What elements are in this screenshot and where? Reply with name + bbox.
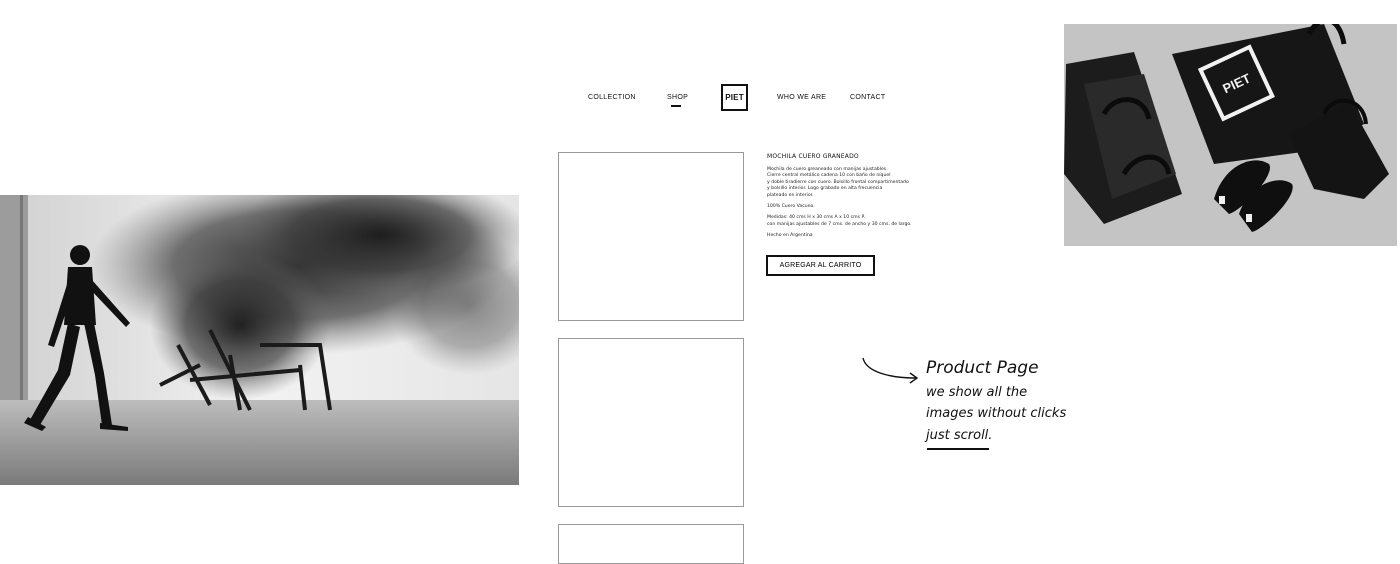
- add-to-cart-button[interactable]: AGREGAR AL CARRITO: [766, 255, 875, 276]
- note-line: just scroll.: [926, 428, 993, 443]
- product-image-2: [558, 338, 744, 507]
- nav-shop[interactable]: SHOP: [667, 94, 688, 101]
- nav-shop-active-indicator: [671, 105, 681, 107]
- note-line: we show all the: [926, 385, 1028, 400]
- product-image-1: [558, 152, 744, 321]
- nav-contact[interactable]: CONTACT: [850, 94, 885, 101]
- product-title: MOCHILA CUERO GRANEADO: [767, 153, 859, 160]
- brand-logo[interactable]: PIET: [721, 84, 748, 111]
- product-measures-line: con manijas ajustables de 7 cms. de anch…: [767, 221, 912, 227]
- arrow-icon: [862, 357, 919, 384]
- nav-collection[interactable]: COLLECTION: [588, 94, 636, 101]
- lifestyle-photo: [0, 195, 519, 485]
- note-underline: [927, 448, 989, 450]
- nav-who-we-are[interactable]: WHO WE ARE: [777, 94, 826, 101]
- product-info: MOCHILA CUERO GRANEADO Mochila de cuero …: [767, 153, 927, 240]
- main-nav: COLLECTION SHOP PIET WHO WE ARE CONTACT: [560, 84, 920, 114]
- product-photo: PIET: [1064, 24, 1397, 246]
- product-image-3: [558, 524, 744, 564]
- handwritten-annotation: Product Page we show all the images with…: [860, 350, 1100, 460]
- note-line: images without clicks: [926, 406, 1067, 421]
- note-title: Product Page: [926, 358, 1039, 378]
- product-origin: Hecho en Argentina: [767, 233, 813, 239]
